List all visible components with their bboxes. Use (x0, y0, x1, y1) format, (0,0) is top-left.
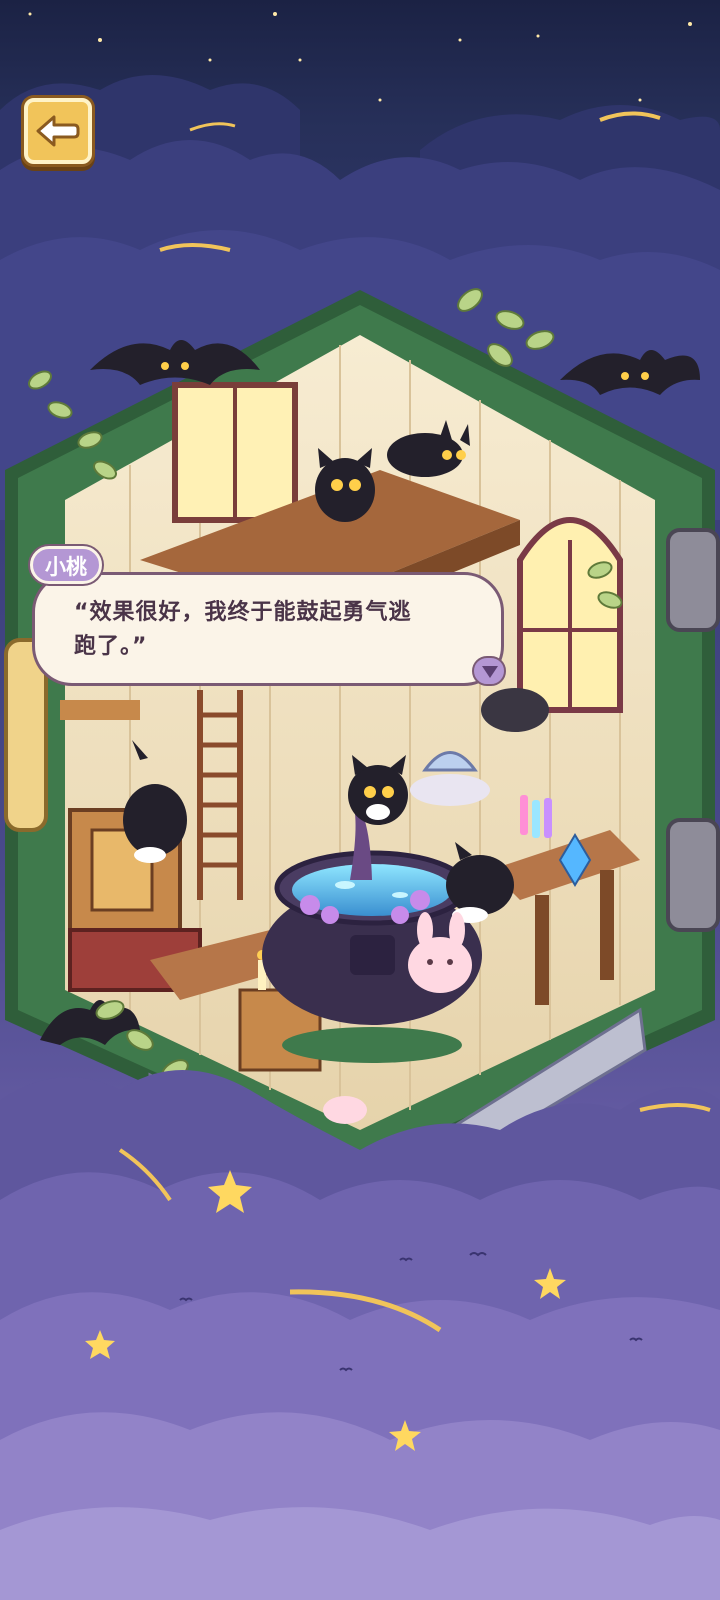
speaker-name-tag: 小桃 (30, 546, 102, 584)
dialogue-line-2: 跑了。” (74, 634, 148, 659)
game-scene: 小桃 “效果很好，我终于能鼓起勇气逃 跑了。” (0, 0, 720, 1600)
back-arrow-icon (36, 115, 80, 147)
dialogue-next-button[interactable] (472, 656, 506, 686)
dialogue-text: “效果很好，我终于能鼓起勇气逃 跑了。” (74, 596, 484, 664)
dialogue-line-1: “效果很好，我终于能鼓起勇气逃 (74, 600, 412, 625)
scene-background (0, 12, 720, 1600)
triangle-down-icon (482, 666, 498, 678)
speaker-name: 小桃 (45, 555, 87, 579)
back-button[interactable] (24, 98, 92, 164)
witch-house (4, 288, 720, 1222)
